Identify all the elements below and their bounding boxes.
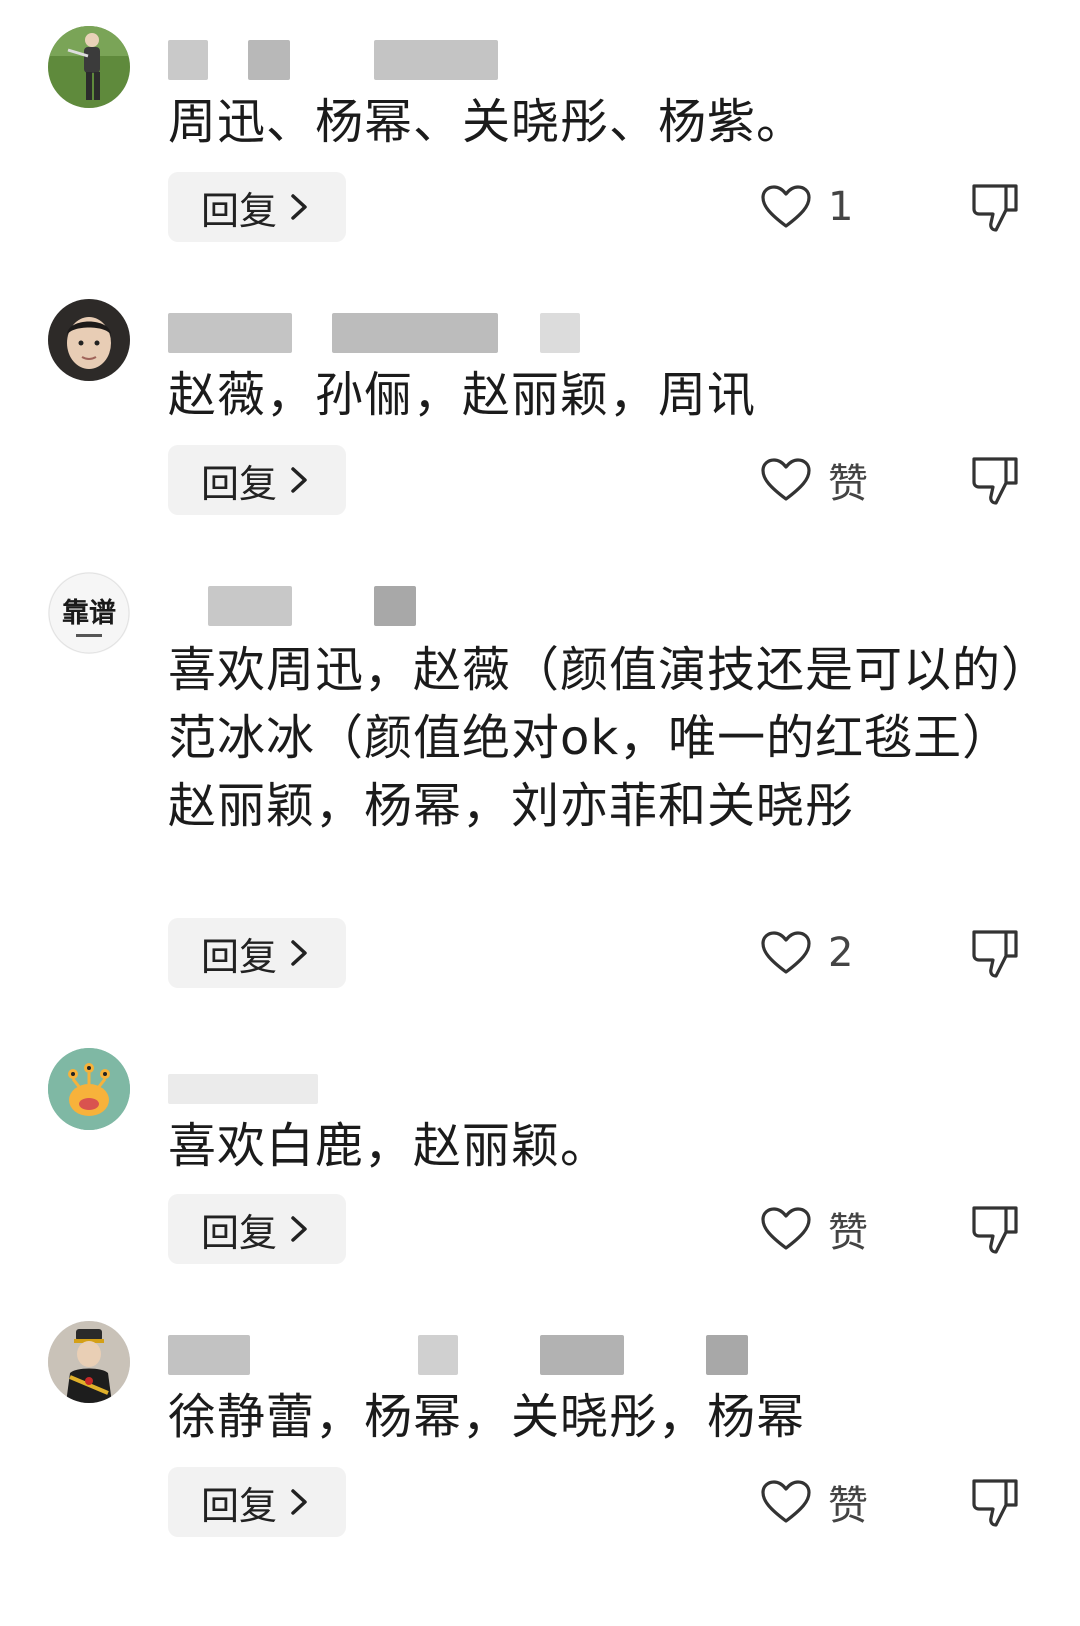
like-button[interactable]: 赞 (760, 445, 870, 515)
reply-label: 回复 (200, 934, 277, 979)
avatar[interactable] (48, 299, 130, 381)
like-button[interactable]: 1 (760, 172, 870, 242)
heart-icon (761, 1480, 811, 1523)
thumbs-down-icon (972, 457, 1018, 505)
dislike-button[interactable] (968, 1194, 1022, 1264)
username-blurred (168, 586, 688, 630)
thumbs-down-icon (972, 1206, 1018, 1254)
like-count: 赞 (828, 1210, 868, 1256)
reply-label: 回复 (200, 1483, 277, 1528)
heart-icon (761, 185, 811, 228)
like-count: 赞 (828, 461, 868, 507)
like-button[interactable]: 赞 (760, 1467, 870, 1537)
reply-label: 回复 (200, 1210, 277, 1255)
username-blurred (168, 1062, 688, 1106)
heart-icon (761, 458, 811, 501)
comment-text: 徐静蕾，杨幂，关晓彤，杨幂 (168, 1389, 806, 1445)
kaopu-logo-icon: 靠谱 (48, 572, 130, 654)
heart-icon (761, 931, 811, 974)
reply-label: 回复 (200, 461, 277, 506)
reply-label: 回复 (200, 188, 277, 233)
golfer-photo-icon (48, 26, 130, 108)
chevron-right-icon (291, 940, 307, 966)
thumbs-down-icon (972, 930, 1018, 978)
reply-button[interactable]: 回复 (168, 1194, 346, 1264)
chevron-right-icon (291, 1216, 307, 1242)
heart-icon (761, 1207, 811, 1250)
avatar[interactable]: 靠谱 (48, 572, 130, 654)
like-count: 2 (828, 930, 854, 976)
avatar[interactable] (48, 26, 130, 108)
chevron-right-icon (291, 194, 307, 220)
dislike-button[interactable] (968, 1467, 1022, 1537)
like-button[interactable]: 赞 (760, 1194, 870, 1264)
reply-button[interactable]: 回复 (168, 172, 346, 242)
like-count: 赞 (828, 1483, 868, 1529)
comment-text: 赵薇，孙俪，赵丽颖，周讯 (168, 367, 757, 423)
reply-button[interactable]: 回复 (168, 445, 346, 515)
comment-text: 喜欢周迅，赵薇（颜值演技还是可以的）范冰冰（颜值绝对ok，唯一的红毯王）赵丽颖，… (168, 642, 1027, 834)
child-costume-icon (48, 1321, 130, 1403)
avatar-logo-text: 靠谱 (62, 597, 116, 629)
reply-button[interactable]: 回复 (168, 1467, 346, 1537)
avatar[interactable] (48, 1321, 130, 1403)
comment-text: 喜欢白鹿，赵丽颖。 (168, 1118, 610, 1174)
dislike-button[interactable] (968, 918, 1022, 988)
boy-portrait-icon (48, 299, 130, 381)
dislike-button[interactable] (968, 172, 1022, 242)
chevron-right-icon (291, 1489, 307, 1515)
comment-text: 周迅、杨幂、关晓彤、杨紫。 (168, 94, 806, 150)
username-blurred (168, 40, 688, 84)
reply-button[interactable]: 回复 (168, 918, 346, 988)
chevron-right-icon (291, 467, 307, 493)
username-blurred (168, 1335, 748, 1379)
thumbs-down-icon (972, 1479, 1018, 1527)
dislike-button[interactable] (968, 445, 1022, 515)
like-count: 1 (828, 184, 854, 230)
username-blurred (168, 313, 688, 357)
thumbs-down-icon (972, 184, 1018, 232)
cartoon-monster-icon (48, 1048, 130, 1130)
like-button[interactable]: 2 (760, 918, 870, 988)
avatar[interactable] (48, 1048, 130, 1130)
